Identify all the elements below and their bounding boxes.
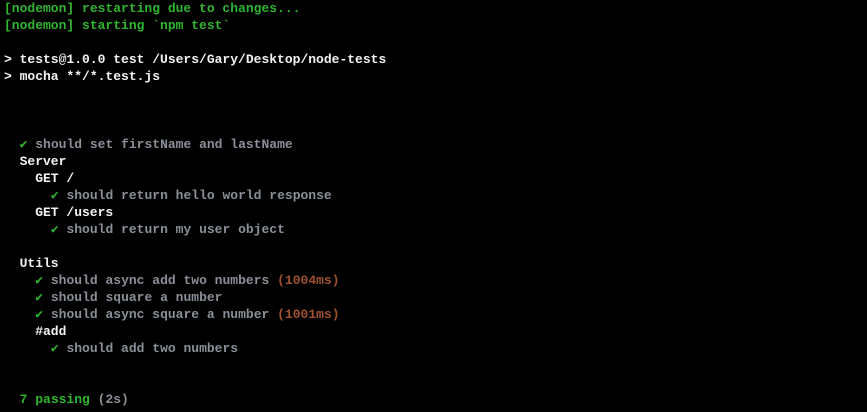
test-result: ✔ should set firstName and lastName [19,137,293,152]
suite-title: GET /users [35,205,114,220]
suite-title: Utils [19,256,59,271]
check-icon: ✔ [35,307,44,322]
test-result: ✔ should square a number [35,290,223,305]
test-result: ✔ should return hello world response [50,188,332,203]
check-icon: ✔ [35,273,44,288]
terminal-output: [nodemon] restarting due to changes... [… [4,0,386,408]
test-duration: (1001ms) [277,307,340,322]
nodemon-starting-line: [nodemon] starting `npm test` [4,18,231,33]
total-duration: (2s) [97,392,129,407]
npm-script-line: > tests@1.0.0 test /Users/Gary/Desktop/n… [4,52,387,67]
check-icon: ✔ [19,137,28,152]
check-icon: ✔ [50,222,59,237]
suite-title: GET / [35,171,75,186]
test-duration: (1004ms) [277,273,340,288]
suite-title: #add [35,324,67,339]
nodemon-restarting-line: [nodemon] restarting due to changes... [4,1,301,16]
test-result: ✔ should add two numbers [50,341,239,356]
test-result: ✔ should async square a number (1001ms) [35,307,340,322]
test-result: ✔ should async add two numbers (1004ms) [35,273,340,288]
check-icon: ✔ [50,188,59,203]
check-icon: ✔ [35,290,44,305]
suite-title: Server [19,154,67,169]
test-result: ✔ should return my user object [50,222,285,237]
passing-count: 7 passing [19,392,90,407]
summary-line: 7 passing (2s) [4,391,386,408]
check-icon: ✔ [50,341,59,356]
mocha-command-line: > mocha **/*.test.js [4,69,161,84]
